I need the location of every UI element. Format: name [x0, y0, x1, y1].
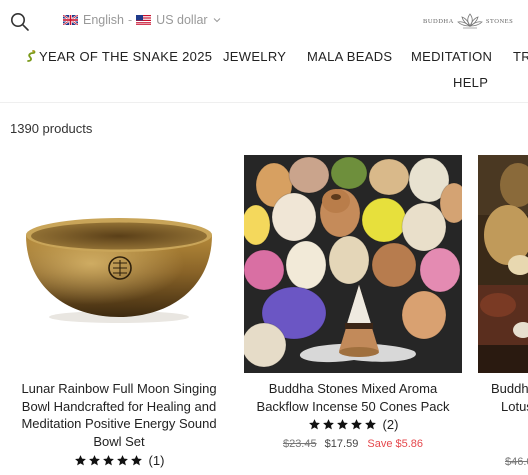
main-navigation: YEAR OF THE SNAKE 2025 JEWELRY MALA BEAD…: [0, 46, 528, 96]
nav-item-help[interactable]: HELP: [453, 75, 488, 90]
product-title-line: Buddh: [491, 381, 528, 396]
five-star-icon: [308, 418, 378, 431]
review-count: (1): [148, 453, 165, 468]
sale-price: $17.59: [324, 438, 359, 450]
product-card[interactable]: Buddh Lotus $46.0: [478, 155, 528, 475]
snake-icon: [27, 50, 36, 62]
language-label[interactable]: English: [83, 13, 124, 27]
original-price: $23.45: [282, 438, 317, 450]
product-image-incense-cones[interactable]: [244, 155, 462, 373]
product-image-buddha-lotus[interactable]: [478, 155, 528, 373]
brand-logo[interactable]: BUDDHA STONES: [423, 12, 516, 30]
savings-label: Save $5.86: [367, 438, 424, 450]
product-card[interactable]: Lunar Rainbow Full Moon Singing Bowl Han…: [10, 155, 228, 468]
nav-item-mala-beads[interactable]: MALA BEADS: [307, 49, 392, 64]
product-title[interactable]: Buddha Stones Mixed Aroma Backflow Incen…: [244, 380, 462, 415]
product-count: 1390 products: [10, 121, 93, 136]
product-price: $23.45 $17.59 Save $5.86: [244, 438, 462, 450]
nav-label: YEAR OF THE SNAKE 2025: [39, 49, 213, 64]
nav-item-meditation[interactable]: MEDITATION: [411, 49, 492, 64]
currency-label[interactable]: US dollar: [156, 13, 207, 27]
locale-selector[interactable]: English - US dollar: [63, 13, 221, 27]
nav-item-truncated[interactable]: TR: [513, 49, 528, 64]
nav-divider: [0, 102, 528, 103]
nav-item-year-of-the-snake[interactable]: YEAR OF THE SNAKE 2025: [26, 49, 212, 64]
product-rating: (1): [10, 453, 228, 468]
product-card[interactable]: Buddha Stones Mixed Aroma Backflow Incen…: [244, 155, 462, 450]
product-image-singing-bowl[interactable]: [10, 155, 228, 373]
product-title[interactable]: Lunar Rainbow Full Moon Singing Bowl Han…: [10, 380, 228, 450]
product-title-truncated[interactable]: Buddh Lotus: [491, 380, 528, 415]
logo-text-right: STONES: [485, 17, 514, 25]
five-star-icon: [74, 454, 144, 467]
product-rating: (2): [244, 417, 462, 432]
original-price: $46.0: [505, 456, 528, 468]
nav-item-jewelry[interactable]: JEWELRY: [223, 49, 286, 64]
locale-separator: -: [128, 13, 133, 27]
logo-text-left: BUDDHA: [423, 17, 454, 25]
top-bar: English - US dollar BUDDHA STONES: [0, 0, 528, 42]
lotus-logo-icon: [457, 13, 483, 29]
search-icon[interactable]: [10, 12, 30, 32]
uk-flag-icon: [63, 15, 78, 25]
review-count: (2): [382, 417, 399, 432]
product-title-line: Lotus: [501, 398, 528, 414]
chevron-down-icon: [213, 18, 220, 23]
us-flag-icon: [136, 15, 152, 25]
